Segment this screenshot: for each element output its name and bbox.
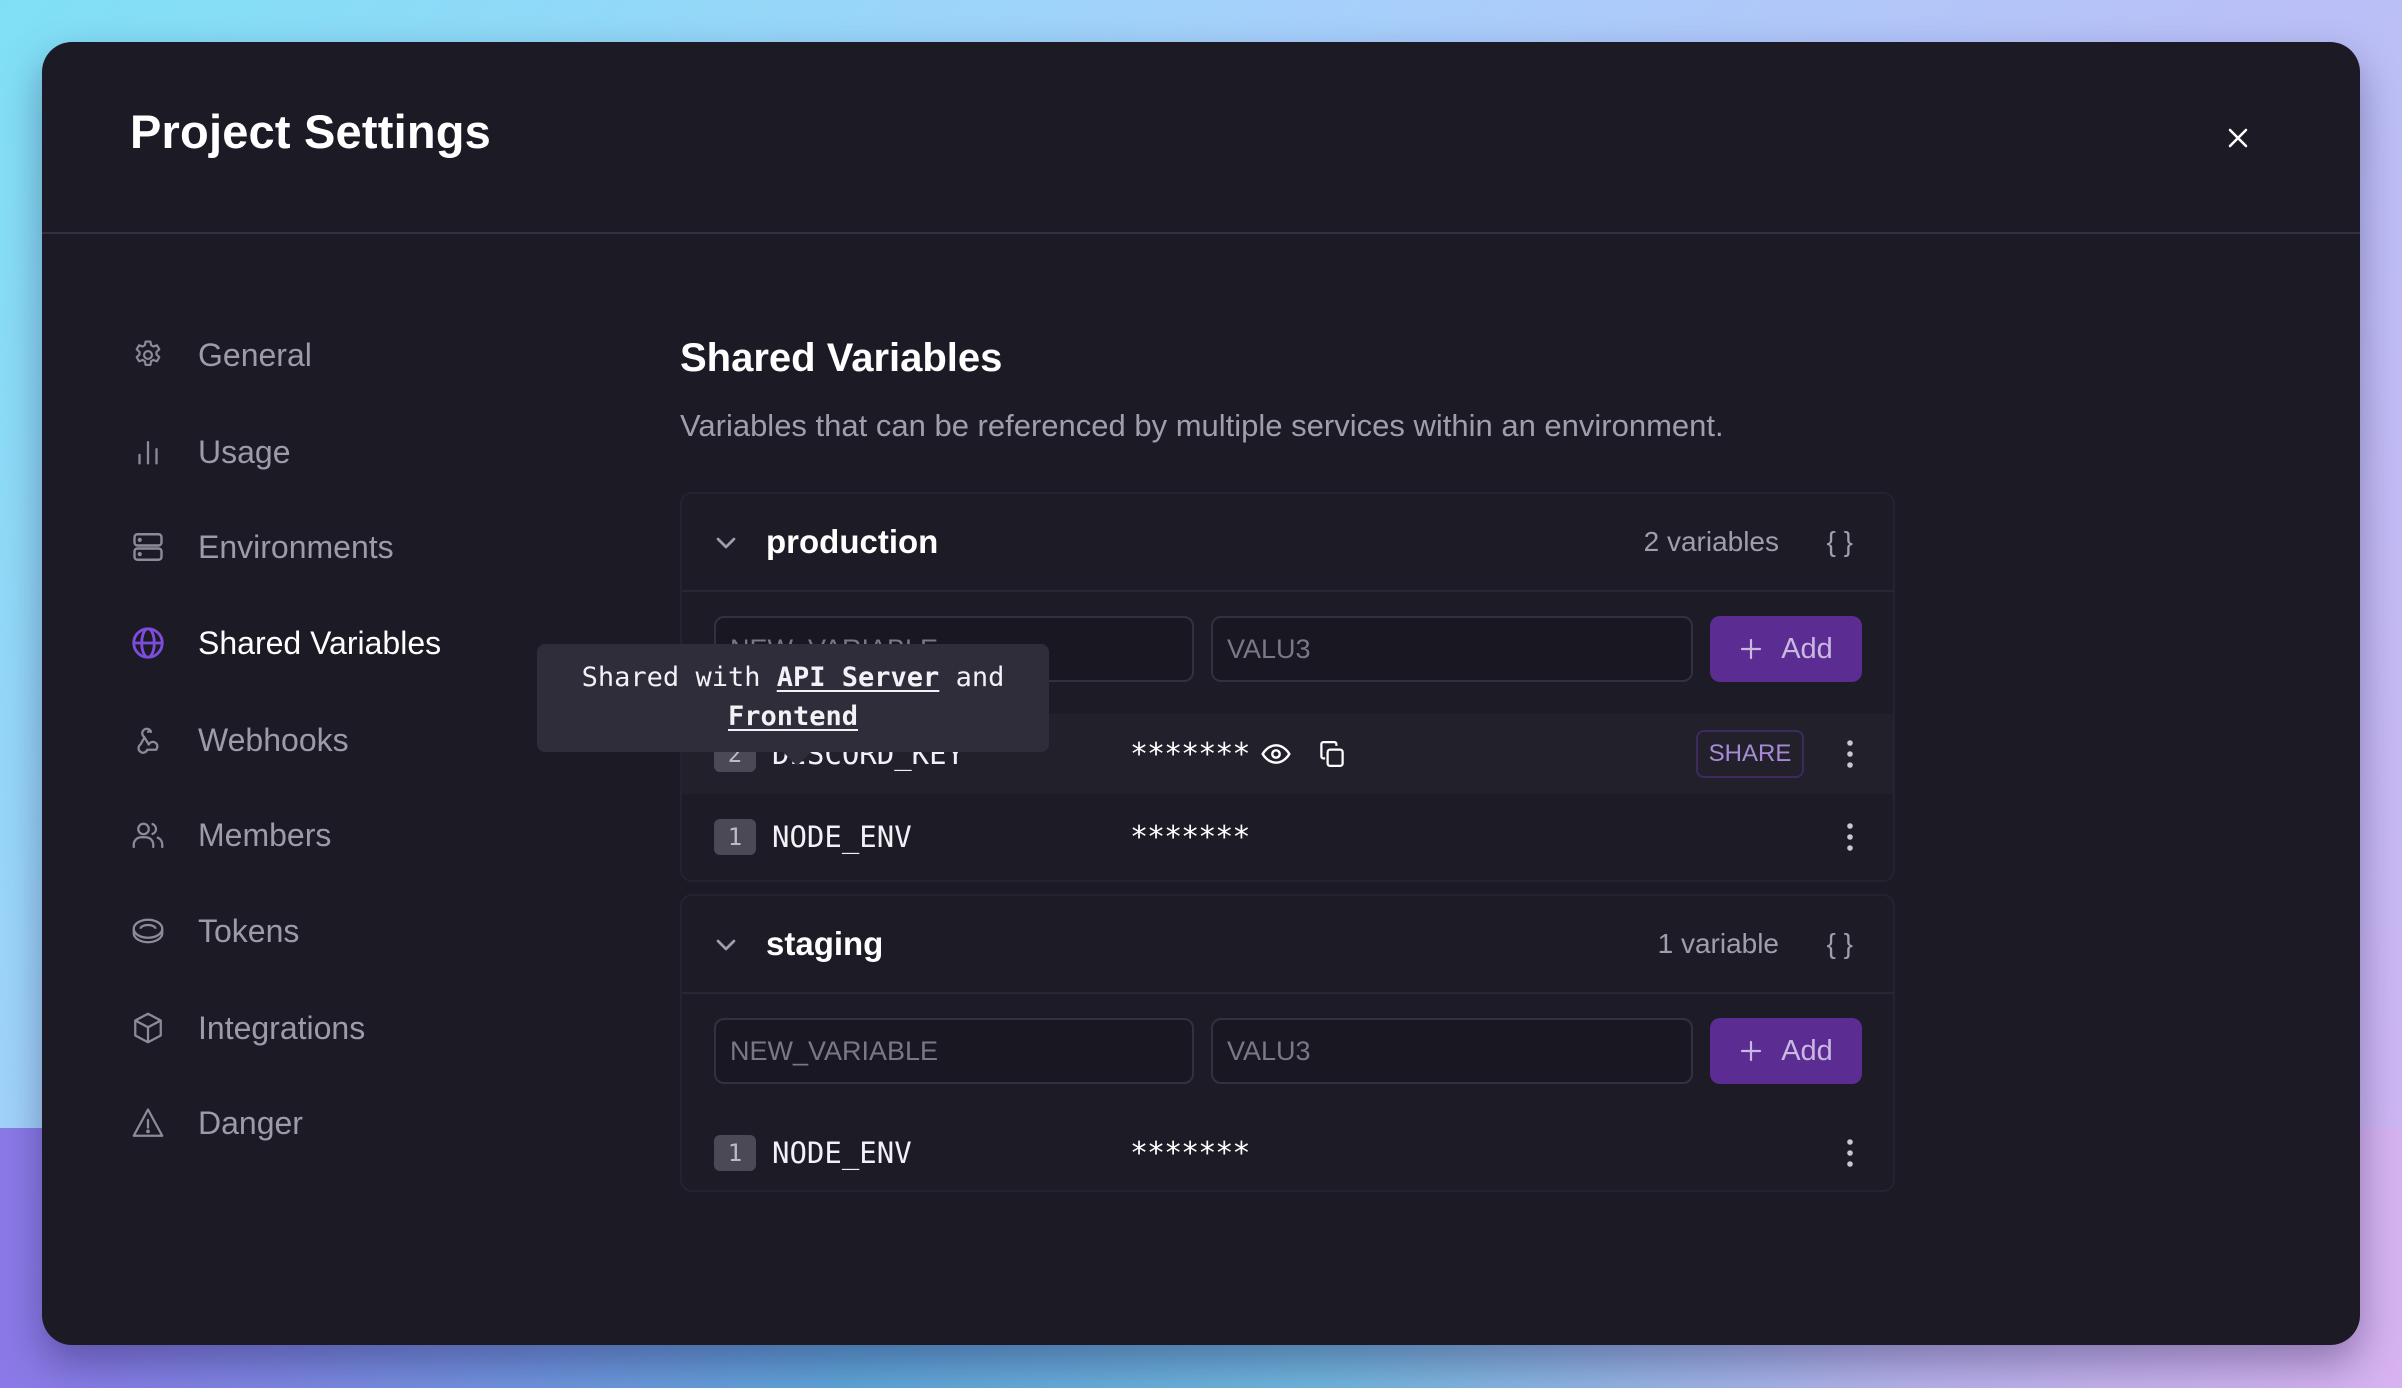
sidebar-item-label: Tokens (198, 912, 300, 949)
sidebar-item-label: Shared Variables (198, 624, 442, 661)
environment-name: production (766, 523, 939, 560)
sidebar-item-integrations[interactable]: Integrations (130, 998, 550, 1058)
variable-name: NODE_ENV (772, 820, 912, 854)
section-description: Variables that can be referenced by mult… (680, 408, 1724, 443)
sidebar-item-webhooks[interactable]: Webhooks (130, 710, 550, 770)
add-button-label: Add (1781, 632, 1833, 665)
environment-card-staging: staging 1 variable { } Add 1 NODE_ENV **… (680, 894, 1895, 1192)
plus-icon (1741, 638, 1762, 660)
project-settings-modal: Project Settings General Usage Environme… (42, 42, 2360, 1345)
tooltip-prefix: Shared with (581, 662, 761, 693)
copy-icon (1320, 741, 1344, 767)
kebab-menu-icon (1847, 740, 1853, 768)
variable-name: NODE_ENV (772, 1136, 912, 1170)
sidebar-item-members[interactable]: Members (130, 805, 550, 865)
share-button[interactable]: SHARE (1696, 730, 1804, 778)
sidebar-item-general[interactable]: General (130, 325, 550, 385)
tooltip-conjunction: and (955, 662, 1005, 693)
reveal-value-button[interactable] (1258, 736, 1294, 772)
tooltip-service-link[interactable]: Frontend (728, 701, 858, 732)
bar-chart-icon (130, 434, 166, 470)
add-variable-button[interactable]: Add (1710, 1018, 1862, 1084)
sidebar-item-label: Webhooks (198, 721, 349, 758)
variable-value-masked: ******* (1130, 819, 1250, 855)
json-braces-icon[interactable]: { } (1827, 526, 1853, 558)
eye-icon (1261, 744, 1291, 764)
environment-header[interactable]: staging 1 variable { } (682, 896, 1893, 994)
shared-count-badge[interactable]: 1 (714, 819, 756, 855)
server-icon (130, 529, 166, 565)
sidebar-item-label: Usage (198, 433, 291, 470)
variable-row[interactable]: 1 NODE_ENV ******* (682, 794, 1893, 880)
close-button[interactable] (2218, 118, 2258, 158)
chevron-down-icon[interactable] (710, 929, 742, 961)
modal-title: Project Settings (130, 105, 492, 158)
section-title: Shared Variables (680, 336, 1003, 380)
shared-with-tooltip: Shared with API Server and Frontend (537, 644, 1049, 766)
variable-value-masked: ******* (1130, 736, 1250, 772)
sidebar-item-tokens[interactable]: Tokens (130, 901, 550, 961)
sidebar-item-label: Members (198, 816, 332, 853)
gear-icon (130, 337, 166, 373)
sidebar-item-danger[interactable]: Danger (130, 1093, 550, 1153)
sidebar-item-environments[interactable]: Environments (130, 517, 550, 577)
variable-row[interactable]: 1 NODE_ENV ******* (682, 1116, 1893, 1190)
sidebar-item-label: Environments (198, 528, 394, 565)
kebab-menu-icon (1847, 823, 1853, 851)
new-variable-value-input[interactable] (1211, 616, 1693, 682)
sidebar-item-usage[interactable]: Usage (130, 422, 550, 482)
sidebar-item-label: Integrations (198, 1009, 366, 1046)
chevron-down-icon[interactable] (710, 527, 742, 559)
warning-icon (130, 1105, 166, 1141)
sidebar-item-shared-variables[interactable]: Shared Variables (130, 613, 550, 673)
box-icon (130, 1010, 166, 1046)
kebab-menu-icon (1847, 1139, 1853, 1167)
environment-name: staging (766, 925, 884, 962)
variable-count: 2 variables (1643, 526, 1779, 557)
modal-header: Project Settings (42, 42, 2360, 234)
close-icon (2228, 128, 2248, 148)
more-options-button[interactable] (1832, 1135, 1868, 1171)
shared-count-badge[interactable]: 1 (714, 1135, 756, 1171)
add-button-label: Add (1781, 1034, 1833, 1067)
json-braces-icon[interactable]: { } (1827, 928, 1853, 960)
environment-header[interactable]: production 2 variables { } (682, 494, 1893, 592)
sidebar-item-label: Danger (198, 1104, 303, 1141)
users-icon (130, 817, 166, 853)
new-variable-name-input[interactable] (714, 1018, 1194, 1084)
more-options-button[interactable] (1832, 736, 1868, 772)
token-coin-icon (130, 913, 166, 949)
add-variable-button[interactable]: Add (1710, 616, 1862, 682)
plus-icon (1741, 1040, 1762, 1062)
new-variable-row: Add (682, 994, 1893, 1116)
globe-icon (130, 625, 166, 661)
webhook-icon (130, 722, 166, 758)
variable-value-masked: ******* (1130, 1135, 1250, 1171)
copy-value-button[interactable] (1314, 736, 1350, 772)
new-variable-value-input[interactable] (1211, 1018, 1693, 1084)
tooltip-service-link[interactable]: API Server (777, 662, 940, 693)
sidebar-item-label: General (198, 336, 312, 373)
variable-count: 1 variable (1657, 928, 1779, 959)
more-options-button[interactable] (1832, 819, 1868, 855)
